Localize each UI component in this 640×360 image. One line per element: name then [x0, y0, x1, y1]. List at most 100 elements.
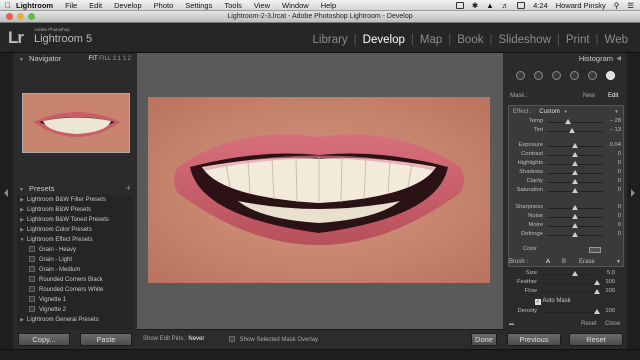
- slider-size[interactable]: Size 5.0: [507, 270, 615, 278]
- slider-density[interactable]: Density 100: [507, 308, 615, 316]
- battery-icon[interactable]: [517, 1, 526, 9]
- slider-moire[interactable]: Moire 0: [513, 222, 621, 230]
- auto-mask-checkbox[interactable]: ✓: [535, 299, 541, 305]
- image-canvas[interactable]: [137, 53, 503, 329]
- navigator-header[interactable]: ▼ Navigator FIT FILL 1:1 1:2: [13, 53, 137, 65]
- slider-handle[interactable]: [572, 188, 578, 193]
- slider-track[interactable]: [541, 274, 597, 275]
- slider-handle[interactable]: [572, 143, 578, 148]
- slider-value[interactable]: 0: [603, 231, 621, 237]
- slider-value[interactable]: 0: [603, 160, 621, 166]
- bluetooth-icon[interactable]: ✱: [472, 1, 478, 10]
- slider-temp[interactable]: Temp – 28: [513, 118, 621, 126]
- menu-edit[interactable]: Edit: [89, 1, 102, 10]
- clock[interactable]: 4:24: [533, 1, 548, 10]
- adjustment-brush-tool-icon[interactable]: [605, 70, 615, 80]
- histogram-header[interactable]: Histogram ◀: [503, 53, 627, 65]
- collapse-effect-icon[interactable]: ▼: [614, 109, 619, 115]
- preset-folder[interactable]: ▼ Lightroom Effect Presets: [17, 235, 133, 245]
- preset-item[interactable]: Grain - Light: [17, 255, 133, 265]
- red-eye-tool-icon[interactable]: [551, 70, 561, 80]
- slider-handle[interactable]: [572, 179, 578, 184]
- spot-removal-tool-icon[interactable]: [533, 70, 543, 80]
- slider-handle[interactable]: [572, 205, 578, 210]
- slider-tint[interactable]: Tint – 13: [513, 127, 621, 135]
- slider-feather[interactable]: Feather 100: [507, 279, 615, 287]
- done-button[interactable]: Done: [471, 333, 497, 346]
- close-window-button[interactable]: [6, 13, 13, 20]
- panel-close-button[interactable]: Close: [605, 321, 620, 327]
- slider-value[interactable]: 0: [603, 187, 621, 193]
- slider-clarity[interactable]: Clarity 0: [513, 178, 621, 186]
- toggle-icon[interactable]: ▬: [509, 321, 514, 327]
- slider-handle[interactable]: [571, 271, 578, 276]
- slider-value[interactable]: 100: [597, 279, 615, 285]
- list-icon[interactable]: ☰: [627, 1, 634, 10]
- graduated-filter-tool-icon[interactable]: [569, 70, 579, 80]
- menu-view[interactable]: View: [254, 1, 270, 10]
- preset-item[interactable]: Rounded Corners White: [17, 285, 133, 295]
- slider-handle[interactable]: [572, 161, 578, 166]
- auto-mask-toggle[interactable]: ✓ Auto Mask: [535, 298, 571, 305]
- module-library[interactable]: Library: [307, 34, 354, 46]
- menu-develop[interactable]: Develop: [114, 1, 142, 10]
- slider-defringe[interactable]: Defringe 0: [513, 231, 621, 239]
- folder-collapsed-icon[interactable]: ▶: [17, 315, 27, 325]
- search-icon[interactable]: ⚲: [614, 1, 620, 10]
- module-develop[interactable]: Develop: [357, 34, 411, 46]
- menu-file[interactable]: File: [65, 1, 77, 10]
- menu-settings[interactable]: Settings: [185, 1, 212, 10]
- collapse-brush-icon[interactable]: ▼: [616, 259, 621, 265]
- slider-flow[interactable]: Flow 100: [507, 288, 615, 296]
- effect-selector[interactable]: Effect : Custom ▼: [513, 109, 568, 115]
- dropbox-icon[interactable]: [455, 1, 464, 9]
- module-slideshow[interactable]: Slideshow: [492, 34, 556, 46]
- preset-folder[interactable]: ▶ Lightroom Color Presets: [17, 225, 133, 235]
- zoom-window-button[interactable]: [28, 13, 35, 20]
- slider-sharpness[interactable]: Sharpness 0: [513, 204, 621, 212]
- slider-value[interactable]: 0: [603, 222, 621, 228]
- zoom-1-1[interactable]: 1:1: [113, 56, 121, 62]
- slider-handle[interactable]: [572, 223, 578, 228]
- folder-collapsed-icon[interactable]: ▶: [17, 225, 27, 235]
- menu-help[interactable]: Help: [321, 1, 336, 10]
- preset-item[interactable]: Grain - Medium: [17, 265, 133, 275]
- left-panel-toggle[interactable]: [0, 53, 13, 349]
- slider-value[interactable]: 0: [603, 204, 621, 210]
- brush-erase-button[interactable]: Erase: [579, 259, 595, 265]
- slider-handle[interactable]: [569, 128, 576, 133]
- slider-value[interactable]: 100: [597, 288, 615, 294]
- folder-collapsed-icon[interactable]: ▶: [17, 195, 27, 205]
- effect-value[interactable]: Custom: [539, 109, 560, 115]
- slider-value[interactable]: – 13: [603, 127, 621, 133]
- folder-expanded-icon[interactable]: ▼: [17, 235, 27, 245]
- folder-collapsed-icon[interactable]: ▶: [17, 215, 27, 225]
- paste-button[interactable]: Paste: [80, 333, 132, 346]
- copy-button[interactable]: Copy...: [18, 333, 70, 346]
- apple-icon[interactable]: : [0, 1, 16, 10]
- preset-item[interactable]: Rounded Corners Black: [17, 275, 133, 285]
- brush-a-button[interactable]: A: [546, 259, 550, 265]
- minimize-window-button[interactable]: [17, 13, 24, 20]
- add-preset-button[interactable]: +: [126, 182, 131, 194]
- slider-value[interactable]: 100: [597, 308, 615, 314]
- slider-value[interactable]: 0: [603, 151, 621, 157]
- slider-handle[interactable]: [572, 152, 578, 157]
- crop-tool-icon[interactable]: [515, 70, 525, 80]
- zoom-fit[interactable]: FIT: [89, 56, 98, 62]
- menu-photo[interactable]: Photo: [154, 1, 174, 10]
- module-map[interactable]: Map: [414, 34, 448, 46]
- slider-handle[interactable]: [565, 119, 572, 124]
- module-book[interactable]: Book: [451, 34, 489, 46]
- preset-item[interactable]: Vignette 1: [17, 295, 133, 305]
- collapse-histogram-icon[interactable]: ◀: [616, 53, 621, 65]
- radial-filter-tool-icon[interactable]: [587, 70, 597, 80]
- slider-handle[interactable]: [572, 232, 578, 237]
- slider-value[interactable]: 0.04: [603, 142, 621, 148]
- panel-reset-button[interactable]: Reset: [581, 321, 597, 327]
- slider-value[interactable]: 5.0: [597, 270, 615, 276]
- wifi-icon[interactable]: ▲: [486, 1, 493, 10]
- user-name[interactable]: Howard Pinsky: [556, 1, 606, 10]
- color-swatch[interactable]: [589, 247, 601, 253]
- preset-folder[interactable]: ▶ Lightroom General Presets: [17, 315, 133, 325]
